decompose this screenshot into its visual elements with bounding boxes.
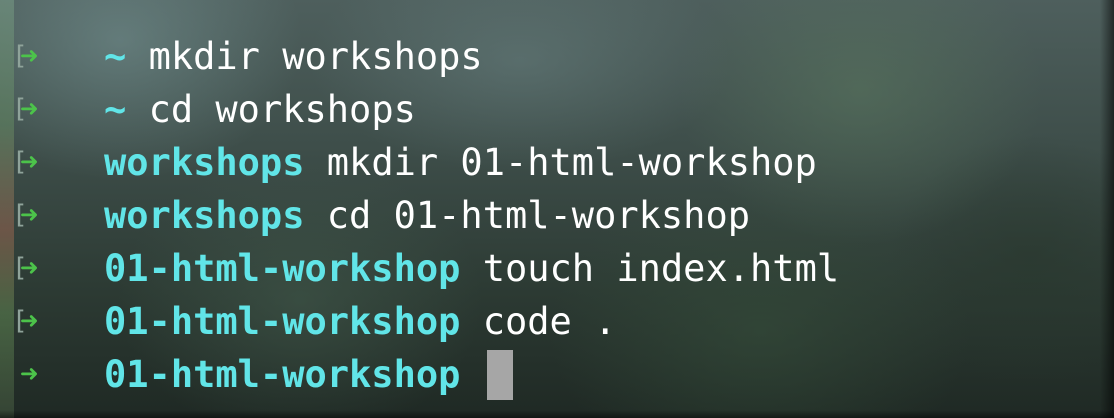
prompt-directory: 01-html-workshop <box>104 247 461 290</box>
terminal-output: [ ➜ ~ mkdir workshops [ ➜ ~ cd workshops… <box>0 30 1100 401</box>
prompt-arrow-icon: ➜ <box>20 357 39 392</box>
terminal-window[interactable]: [ ➜ ~ mkdir workshops [ ➜ ~ cd workshops… <box>0 0 1114 418</box>
terminal-line: [ ➜ workshops cd 01-html-workshop <box>0 189 1100 242</box>
prompt-directory: workshops <box>104 194 305 237</box>
terminal-line-current[interactable]: ➜ 01-html-workshop <box>0 348 1100 401</box>
text-cursor[interactable] <box>486 349 513 400</box>
prompt-directory: ~ <box>104 35 127 78</box>
terminal-line: [ ➜ workshops mkdir 01-html-workshop <box>0 136 1100 189</box>
command-text: mkdir 01-html-workshop <box>326 141 817 184</box>
terminal-line: [ ➜ ~ mkdir workshops <box>0 30 1100 83</box>
prompt-arrow-icon: ➜ <box>20 304 39 339</box>
terminal-line: [ ➜ 01-html-workshop code . <box>0 295 1100 348</box>
window-bottom-edge <box>0 410 1114 418</box>
prompt-directory: workshops <box>104 141 305 184</box>
prompt-arrow-icon: ➜ <box>20 198 39 233</box>
window-right-edge <box>1100 0 1114 418</box>
command-text: touch index.html <box>482 247 840 290</box>
prompt-directory: 01-html-workshop <box>104 300 461 343</box>
command-text: mkdir workshops <box>148 35 483 78</box>
prompt-arrow-icon: ➜ <box>20 145 39 180</box>
prompt-arrow-icon: ➜ <box>20 92 39 127</box>
prompt-directory: 01-html-workshop <box>104 353 461 396</box>
command-text: cd workshops <box>148 88 416 131</box>
command-text: code . <box>482 300 617 343</box>
command-text: cd 01-html-workshop <box>326 194 751 237</box>
prompt-directory: ~ <box>104 88 127 131</box>
prompt-arrow-icon: ➜ <box>20 251 39 286</box>
prompt-arrow-icon: ➜ <box>20 39 39 74</box>
terminal-line: [ ➜ 01-html-workshop touch index.html <box>0 242 1100 295</box>
terminal-line: [ ➜ ~ cd workshops <box>0 83 1100 136</box>
